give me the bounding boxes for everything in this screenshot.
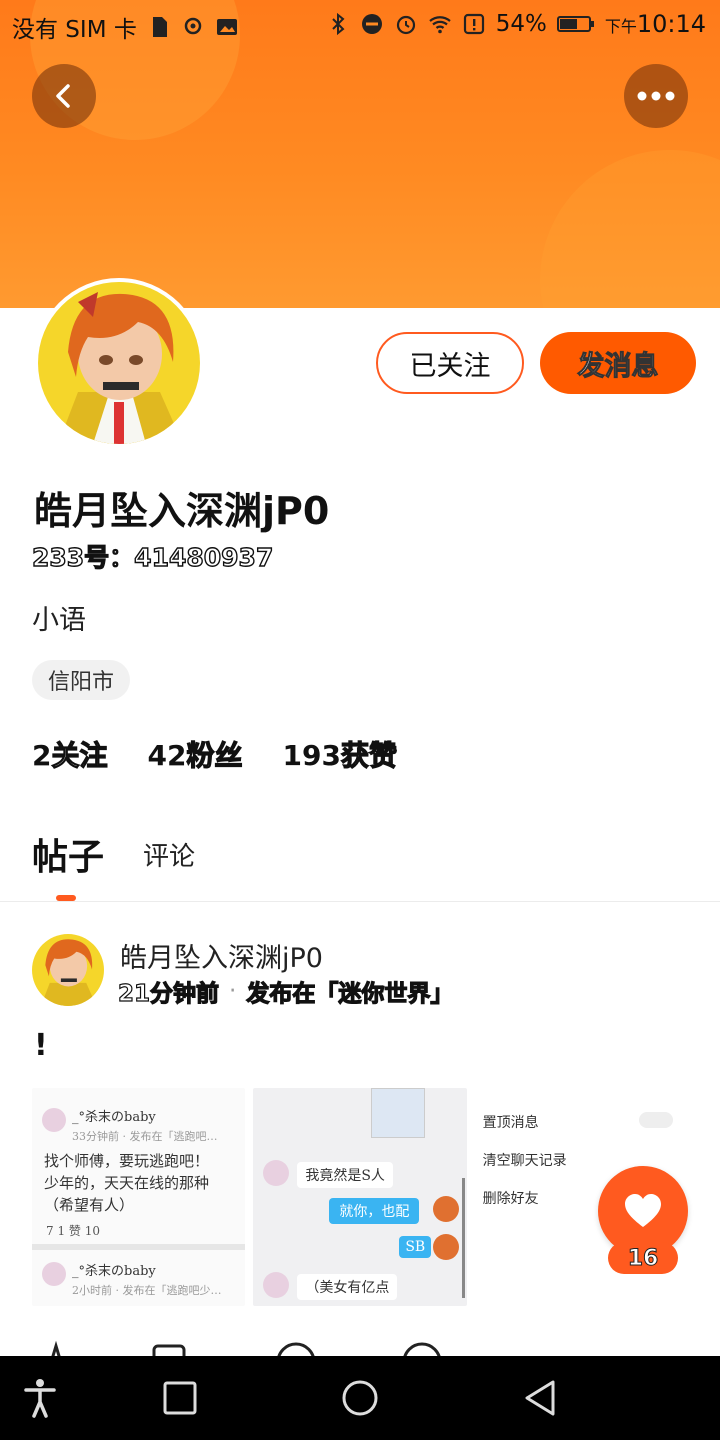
- post-actions-row: [32, 1336, 688, 1356]
- square-icon: [163, 1381, 197, 1415]
- post-author-avatar[interactable]: [32, 934, 104, 1006]
- send-message-button[interactable]: 发消息: [540, 332, 696, 394]
- profile-avatar[interactable]: [34, 278, 204, 448]
- profile-username: 皓月坠入深渊jP0: [34, 489, 330, 533]
- avatar: [263, 1160, 290, 1186]
- back-nav-button[interactable]: [518, 1376, 562, 1420]
- recents-button[interactable]: [158, 1376, 202, 1420]
- thumbnail-text: _°杀末のbaby: [72, 1110, 156, 1125]
- accessibility-icon: [24, 1379, 56, 1418]
- stat-following[interactable]: 2 关注: [32, 734, 108, 774]
- battery-icon: [556, 16, 594, 32]
- thumbnail-text: （希望有人）: [44, 1196, 135, 1214]
- wifi-icon: [428, 16, 451, 34]
- profile-bio: 小语: [32, 605, 86, 636]
- thumbnail-text: _°杀末のbaby: [72, 1264, 156, 1279]
- followed-button[interactable]: 已关注: [376, 332, 524, 394]
- post-images: _°杀末のbaby 33分钟前 · 发布在「逃跑吧… 找个师傅，要玩逃跑吧！ 少…: [32, 1088, 688, 1306]
- profile-stats: 2 关注 42 粉丝 193 获赞: [32, 734, 398, 774]
- avatar: [433, 1196, 460, 1222]
- post-time: 21分钟前: [117, 980, 220, 1007]
- share-action-icon: [152, 1344, 186, 1356]
- status-bar: 没有 SIM 卡 54% 下午10:14: [0, 0, 720, 50]
- home-button[interactable]: [338, 1376, 382, 1420]
- post-text[interactable]: !: [34, 1028, 48, 1063]
- thumbnail-text: 置顶消息: [482, 1115, 539, 1131]
- stat-followers[interactable]: 42 粉丝: [148, 734, 244, 774]
- thumbnail-text: 少年的，天天在线的那种: [44, 1174, 210, 1192]
- thumbnail-text: 找个师傅，要玩逃跑吧！: [44, 1152, 210, 1170]
- avatar: [42, 1262, 66, 1286]
- thumbnail-text: 2小时前 · 发布在「逃跑吧少…: [72, 1284, 222, 1297]
- tab-comments[interactable]: 评论: [143, 836, 195, 873]
- thumbnail-text: 33分钟前 · 发布在「逃跑吧…: [72, 1130, 218, 1143]
- divider: [32, 1244, 246, 1250]
- comment-action-icon: [403, 1342, 441, 1356]
- clock: 下午10:14: [604, 10, 706, 38]
- avatar: [263, 1272, 290, 1298]
- like-count: 16: [608, 1242, 678, 1274]
- system-navigation-bar: [0, 1356, 720, 1440]
- chevron-left-icon: [56, 84, 70, 108]
- tab-posts[interactable]: 帖子: [32, 828, 104, 880]
- profile-user-id: 233号：41480937: [31, 542, 274, 572]
- do-not-disturb-icon: [361, 14, 382, 34]
- more-options-button[interactable]: [624, 64, 688, 128]
- heart-icon: [625, 1194, 661, 1227]
- alert-icon: [463, 13, 484, 35]
- post-image-2[interactable]: 我竟然是S人 就你，也配 SB （美女有亿点: [253, 1088, 467, 1306]
- chat-bubble: 就你，也配: [329, 1198, 420, 1224]
- bluetooth-icon: [331, 12, 345, 36]
- image-icon: [216, 19, 237, 35]
- location-tag: 信阳市: [32, 660, 131, 700]
- separator-dot: ·: [229, 978, 237, 1004]
- post-meta: 21分钟前 · 发布在「迷你世界」: [117, 974, 454, 1008]
- carrier-text: 没有 SIM 卡: [12, 17, 137, 43]
- alarm-icon: [396, 15, 415, 35]
- stat-likes-received[interactable]: 193 获赞: [282, 734, 397, 774]
- banner-decoration: [540, 150, 720, 308]
- more-dots-icon: [637, 91, 675, 101]
- battery-percent: 54%: [495, 11, 547, 37]
- circle-icon: [342, 1380, 378, 1416]
- post-author-name[interactable]: 皓月坠入深渊jP0: [120, 936, 323, 975]
- avatar: [433, 1234, 460, 1260]
- chat-bubble: SB: [399, 1236, 432, 1258]
- toggle-switch: [638, 1112, 673, 1128]
- post-community[interactable]: 发布在「迷你世界」: [246, 974, 454, 1008]
- divider: [0, 901, 720, 902]
- sim-card-icon: [152, 17, 167, 37]
- chat-bubble: 我竟然是S人: [297, 1162, 393, 1188]
- avatar-image: [32, 934, 104, 1006]
- back-button[interactable]: [32, 64, 96, 128]
- avatar: [42, 1108, 66, 1132]
- scrollbar: [461, 1178, 465, 1298]
- triangle-back-icon: [525, 1380, 555, 1416]
- screenshot-preview: [371, 1088, 426, 1138]
- accessibility-button[interactable]: [18, 1376, 62, 1420]
- thumbnail-text: 删除好友: [482, 1191, 539, 1207]
- post-image-1[interactable]: _°杀末のbaby 33分钟前 · 发布在「逃跑吧… 找个师傅，要玩逃跑吧！ 少…: [32, 1088, 246, 1306]
- thumbnail-text: 清空聊天记录: [482, 1153, 567, 1169]
- like-action-icon: [51, 1340, 61, 1356]
- thumbnail-text: 7 1 赞 10: [46, 1224, 100, 1238]
- reaction-action-icon: [277, 1342, 315, 1356]
- chat-bubble: （美女有亿点: [297, 1274, 398, 1300]
- avatar-image: [38, 282, 200, 444]
- camera-icon: [184, 17, 202, 35]
